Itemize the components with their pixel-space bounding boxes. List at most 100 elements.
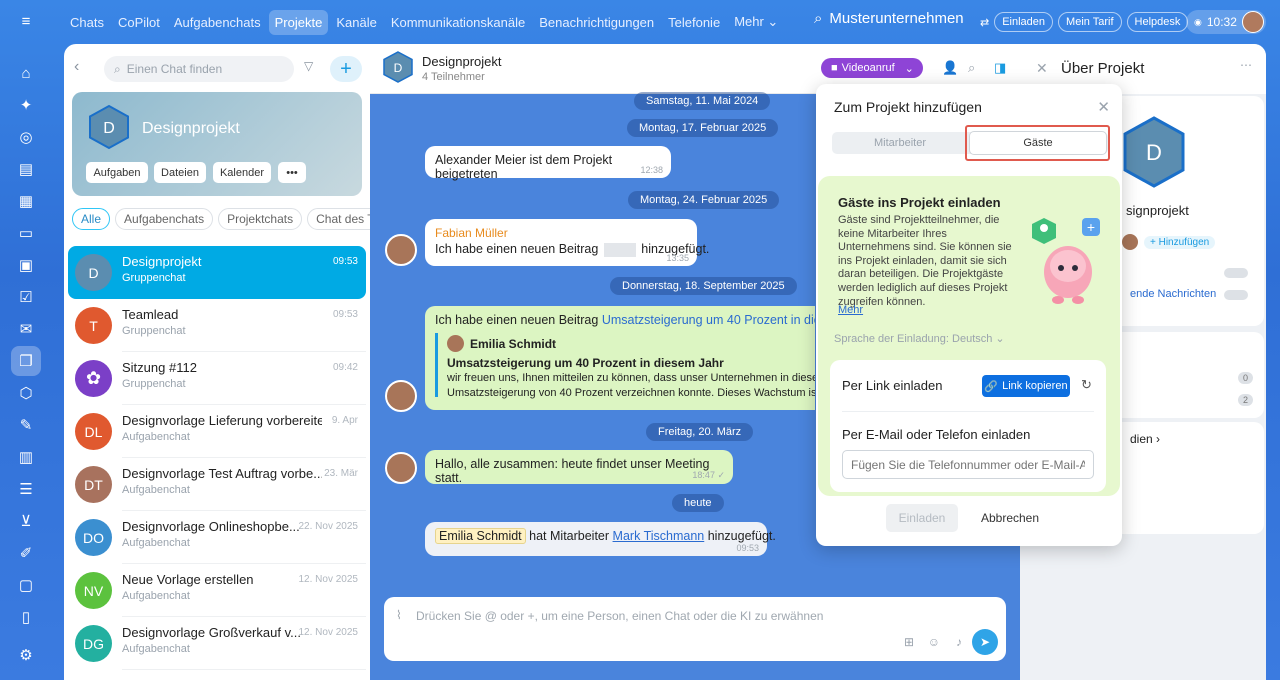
presentation-icon[interactable]: ▣ (11, 250, 41, 280)
filter-team-chat[interactable]: Chat des Te (307, 208, 370, 230)
chat-list-item[interactable]: DG Designvorlage Großverkauf v... Aufgaben… (68, 617, 366, 670)
doc-edit-icon[interactable]: ✐ (11, 538, 41, 568)
cog-box-icon[interactable]: ⬡ (11, 378, 41, 408)
pinned-messages-label[interactable]: ende Nachrichten (1130, 288, 1216, 300)
side-panel-icon[interactable]: ◨ (994, 60, 1006, 76)
clock-widget[interactable]: ◉ 10:32 (1186, 10, 1266, 34)
nav-telefonie[interactable]: Telefonie (662, 10, 726, 35)
toggle-switch[interactable] (1224, 268, 1248, 278)
id-card-icon[interactable]: ▢ (11, 570, 41, 600)
company-search[interactable]: ⌕ Musterunternehmen (814, 10, 964, 27)
doc-icon[interactable]: ▯ (11, 602, 41, 632)
filter-icon[interactable]: ▽ (304, 59, 313, 73)
chat-list-item[interactable]: DT Designvorlage Test Auftrag vorbe... Auf… (68, 458, 366, 511)
search-icon[interactable]: ⌕ (968, 60, 975, 76)
chat-list-item[interactable]: DO Designvorlage Onlineshopbe... Aufgabenc… (68, 511, 366, 564)
add-member-button[interactable]: + Hinzufügen (1144, 236, 1216, 249)
message-author[interactable]: Fabian Müller (435, 226, 687, 240)
chat-name: Sitzung #112 (122, 360, 197, 375)
message-text: hinzugefügt. (707, 529, 776, 543)
chat-list-item[interactable]: DL Designvorlage Lieferung vorbereiten Auf… (68, 405, 366, 458)
swap-icon[interactable]: ⇄ (980, 16, 989, 29)
chat-type: Aufgabenchat (122, 484, 190, 496)
user-avatar[interactable] (1242, 11, 1264, 33)
home-icon[interactable]: ⌂ (11, 58, 41, 88)
video-call-button[interactable]: ■ Videoanruf ⌄ (821, 58, 923, 78)
chat-members[interactable]: 4 Teilnehmer (422, 71, 485, 83)
add-user-icon[interactable]: 👤 (942, 60, 958, 76)
target-icon[interactable]: ◎ (11, 122, 41, 152)
date-separator: Donnerstag, 18. September 2025 (610, 277, 797, 295)
more-link[interactable]: Mehr (838, 304, 863, 316)
close-icon[interactable]: ✕ (1036, 60, 1048, 77)
nav-benachrichtigungen[interactable]: Benachrichtigungen (533, 10, 660, 35)
author-avatar[interactable] (385, 380, 417, 412)
media-label[interactable]: dien › (1130, 432, 1160, 446)
chat-list-item[interactable]: ✿ Sitzung #112 Gruppenchat 09:42 (68, 352, 366, 405)
calendar-icon[interactable]: ▦ (11, 186, 41, 216)
nav-kanaele[interactable]: Kanäle (330, 10, 382, 35)
emoji-icon[interactable]: ☺ (928, 635, 940, 649)
message-composer[interactable]: ⌇ Drücken Sie @ oder +, um eine Person, … (384, 597, 1006, 661)
more-icon[interactable]: ⋯ (1240, 58, 1252, 72)
paperclip-icon[interactable]: ⌇ (396, 608, 402, 622)
chat-hex-avatar[interactable]: D (382, 51, 414, 83)
tasks-icon[interactable]: ▤ (11, 154, 41, 184)
microphone-icon[interactable]: ♪ (956, 635, 962, 649)
invite-language-select[interactable]: Sprache der Einladung: Deutsch ⌄ (834, 332, 1005, 345)
chat-list-item[interactable]: NV Neue Vorlage erstellen Aufgabenchat 12. … (68, 564, 366, 617)
filter-all[interactable]: Alle (72, 208, 111, 230)
chat-list-item[interactable]: T Teamlead Gruppenchat 09:53 (68, 299, 366, 352)
chat-list-item[interactable]: D Designprojekt Gruppenchat 09:53 (68, 246, 366, 299)
nav-copilot[interactable]: CoPilot (112, 10, 166, 35)
mail-icon[interactable]: ✉ (11, 314, 41, 344)
nav-mehr[interactable]: Mehr ⌄ (728, 9, 784, 35)
apps-icon[interactable]: ⊞ (904, 635, 914, 649)
cancel-button[interactable]: Abbrechen (974, 504, 1046, 532)
toggle-switch[interactable] (1224, 290, 1248, 300)
member-avatar[interactable] (1122, 234, 1138, 250)
nav-chats[interactable]: Chats (64, 10, 110, 35)
back-arrow-icon[interactable]: ‹ (74, 58, 79, 76)
nav-projekte[interactable]: Projekte (268, 9, 329, 35)
invite-button[interactable]: Einladen (886, 504, 958, 532)
more-button[interactable]: ••• (278, 162, 306, 183)
send-button[interactable]: ➤ (972, 629, 998, 655)
tasks-button[interactable]: Aufgaben (86, 162, 148, 183)
post-link[interactable]: Umsatzsteigerung um 40 Prozent in diesem (602, 313, 815, 327)
chat-icon[interactable]: ❐ (11, 346, 41, 376)
author-avatar[interactable] (385, 452, 417, 484)
email-phone-input[interactable] (842, 450, 1094, 479)
checklist-icon[interactable]: ☑ (11, 282, 41, 312)
author-avatar[interactable] (385, 234, 417, 266)
filter-project-chats[interactable]: Projektchats (218, 208, 303, 230)
nav-kommunikationskanaele[interactable]: Kommunikationskanäle (385, 10, 531, 35)
store-icon[interactable]: ▥ (11, 442, 41, 472)
rocket-icon[interactable]: ✦ (11, 90, 41, 120)
menu-icon[interactable]: ≡ (11, 6, 41, 36)
helpdesk-button[interactable]: Helpdesk (1126, 12, 1189, 32)
chat-name: Designvorlage Lieferung vorbereiten (122, 413, 322, 428)
avatar-letters: DO (83, 529, 104, 546)
plan-button[interactable]: Mein Tarif (1058, 12, 1122, 32)
nav-aufgabenchats[interactable]: Aufgabenchats (168, 10, 267, 35)
invite-button[interactable]: Einladen (994, 12, 1054, 32)
settings-icon[interactable]: ⚙ (11, 640, 41, 670)
message-bubble: Hallo, alle zusammen: heute findet unser… (425, 450, 733, 485)
sign-icon[interactable]: ✎ (11, 410, 41, 440)
refresh-icon[interactable]: ↻ (1081, 377, 1092, 393)
filter-stack-icon[interactable]: ☰ (11, 474, 41, 504)
disk-icon[interactable]: ▭ (11, 218, 41, 248)
tab-employees[interactable]: Mitarbeiter (832, 132, 968, 154)
calendar-button[interactable]: Kalender (213, 162, 271, 183)
close-icon[interactable]: ✕ (1097, 98, 1110, 116)
mention-tag[interactable]: Emilia Schmidt (435, 528, 526, 544)
cart-icon[interactable]: ⊻ (11, 506, 41, 536)
new-chat-button[interactable]: + (330, 56, 362, 82)
copy-link-button[interactable]: 🔗 Link kopieren (982, 375, 1070, 397)
filter-task-chats[interactable]: Aufgabenchats (115, 208, 214, 230)
files-button[interactable]: Dateien (154, 162, 206, 183)
user-link[interactable]: Mark Tischmann (613, 529, 705, 543)
chat-search[interactable]: ⌕ Einen Chat finden (104, 56, 294, 82)
chevron-down-icon[interactable]: ⌄ (905, 62, 914, 75)
